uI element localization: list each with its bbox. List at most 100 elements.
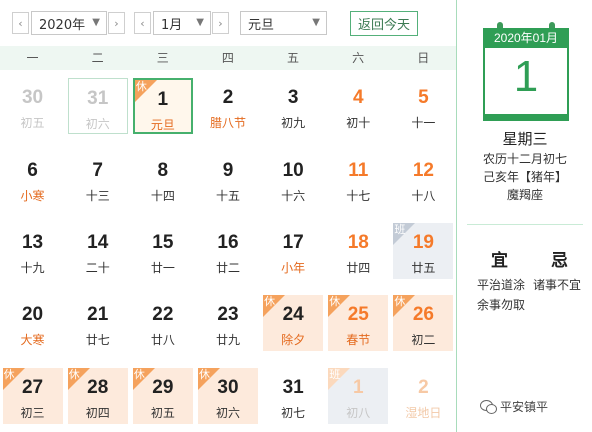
prev-month-button[interactable]: ‹ (134, 12, 151, 34)
day-cell[interactable]: 21 廿七 (68, 295, 128, 351)
lunar-label: 初四 (85, 405, 110, 420)
day-cell[interactable]: 11 十七 (328, 151, 388, 207)
day-cell[interactable]: 3 初九 (263, 78, 323, 134)
day-cell[interactable]: 5 十一 (393, 78, 453, 134)
ji-text-2: 余事勿取 (477, 298, 526, 312)
day-cell[interactable]: 休 1 元旦 (132, 78, 193, 135)
day-number: 8 (157, 159, 169, 181)
day-cell[interactable]: 15 廿一 (133, 223, 193, 279)
day-number: 30 (217, 376, 239, 398)
day-cell[interactable]: 14 二十 (68, 223, 128, 279)
day-cell[interactable]: 20 大寒 (3, 295, 63, 351)
constellation: 魔羯座 (506, 188, 543, 202)
lunar-label: 廿一 (150, 261, 175, 275)
day-number: 2 (418, 376, 429, 398)
ji-label: 忌 (551, 251, 568, 271)
day-cell[interactable]: 2 湿地日 (393, 368, 453, 424)
day-number: 13 (21, 232, 44, 253)
day-cell[interactable]: 6 小寒 (3, 151, 63, 207)
lunar-label: 十三 (85, 188, 110, 203)
prev-year-button[interactable]: ‹ (12, 12, 29, 34)
selected-weekday: 星期三 (502, 130, 548, 148)
month-value: 1月 (161, 17, 183, 33)
day-cell[interactable]: 18 廿四 (328, 223, 388, 279)
watermark-text: 平安镇平 (500, 400, 549, 414)
day-cell[interactable]: 休 28 初四 (67, 367, 128, 424)
day-cell[interactable]: 9 十五 (198, 151, 258, 207)
weekday-label: 二 (91, 51, 104, 65)
next-year-button[interactable]: › (108, 12, 125, 34)
lunar-label: 湿地日 (405, 405, 442, 420)
lunar-label: 初五 (20, 116, 45, 131)
day-cell[interactable]: 22 廿八 (133, 295, 193, 351)
lunar-label: 十七 (346, 188, 371, 203)
calendar-page-icon: 2020年01月 1 (483, 22, 569, 121)
lunar-label: 初七 (281, 405, 306, 420)
day-number: 25 (347, 304, 369, 326)
day-number: 14 (87, 232, 109, 253)
day-number: 21 (87, 304, 109, 326)
lunar-date: 农历十二月初七 (482, 152, 567, 166)
day-cell[interactable]: 休 29 初五 (132, 367, 193, 424)
day-number: 15 (152, 232, 174, 253)
day-cell[interactable]: 17 小年 (263, 223, 323, 279)
day-cell[interactable]: 4 初十 (328, 78, 388, 134)
lunar-label: 小寒 (20, 188, 45, 203)
date-detail-panel: 2020年01月 1 星期三 农历十二月初七 己亥年【猪年】 魔羯座 宜 忌 平… (456, 0, 592, 432)
day-cell[interactable]: 13 十九 (3, 223, 63, 279)
day-cell[interactable]: 休 26 初二 (393, 295, 454, 352)
calendar-toolbar: ‹ 2020年 ▼ › ‹ 1月 ▼ › 元旦 ▼ 返回今天 (0, 0, 456, 46)
day-cell[interactable]: 休 27 初三 (2, 367, 63, 424)
day-cell[interactable]: 16 廿二 (198, 223, 258, 279)
day-cell[interactable]: 31 初七 (263, 368, 323, 424)
day-number: 9 (222, 159, 234, 181)
day-cell[interactable]: 休 24 除夕 (263, 295, 324, 352)
day-cell[interactable]: 12 十八 (393, 151, 453, 207)
day-cell[interactable]: 休 25 春节 (328, 295, 389, 352)
day-cell[interactable]: 班 1 初八 (328, 367, 389, 424)
day-number: 24 (282, 304, 304, 326)
lunar-label: 十六 (281, 188, 306, 203)
day-number: 6 (27, 159, 38, 181)
day-number: 19 (412, 232, 434, 253)
day-number: 29 (152, 376, 174, 398)
day-number: 1 (157, 89, 169, 111)
weekday-label: 六 (352, 51, 365, 65)
weekday-header: 一 二 三 四 五 六 日 (0, 46, 456, 70)
lunar-label: 廿七 (85, 333, 110, 348)
day-cell[interactable]: 30 初五 (3, 78, 63, 134)
weekday-label: 五 (287, 51, 300, 65)
lunar-label: 十四 (150, 188, 175, 203)
day-cell[interactable]: 休 30 初六 (198, 367, 258, 424)
day-number: 12 (412, 159, 434, 181)
day-grid: 30 初五 31 初六休 1 元旦 2 腊八节 3 初九 4 初十 5 十一 6 小寒 7 十三 8 十四 9 十五 10 十… (0, 70, 456, 432)
month-select[interactable]: 1月 ▼ (153, 11, 211, 35)
ganzhi-year: 己亥年【猪年】 (482, 170, 567, 184)
lunar-label: 初八 (346, 405, 371, 420)
day-number: 28 (87, 376, 109, 398)
lunar-label: 腊八节 (209, 116, 246, 131)
weekday-label: 四 (221, 51, 234, 65)
back-to-today-button[interactable]: 返回今天 (350, 11, 418, 36)
day-cell[interactable]: 2 腊八节 (198, 78, 258, 134)
day-number: 1 (352, 376, 364, 398)
day-cell[interactable]: 23 廿九 (198, 295, 258, 351)
day-number: 2 (222, 87, 234, 109)
yi-label: 宜 (491, 251, 508, 271)
day-cell[interactable]: 10 十六 (263, 151, 323, 207)
lunar-label: 廿四 (346, 261, 371, 275)
day-number: 22 (152, 304, 174, 326)
day-cell[interactable]: 7 十三 (68, 151, 128, 207)
day-cell[interactable]: 8 十四 (133, 151, 193, 207)
lunar-label: 十九 (20, 261, 45, 275)
next-month-button[interactable]: › (212, 12, 229, 34)
lunar-label: 春节 (346, 333, 371, 348)
chevron-down-icon: ▼ (196, 17, 204, 28)
day-number: 5 (418, 87, 429, 109)
year-select[interactable]: 2020年 ▼ (31, 11, 107, 35)
day-cell[interactable]: 31 初六 (67, 78, 128, 135)
holiday-select[interactable]: 元旦 ▼ (240, 11, 327, 35)
lunar-label: 初二 (411, 333, 436, 348)
day-cell[interactable]: 班 19 廿五 (393, 223, 454, 279)
day-number: 7 (92, 159, 103, 181)
